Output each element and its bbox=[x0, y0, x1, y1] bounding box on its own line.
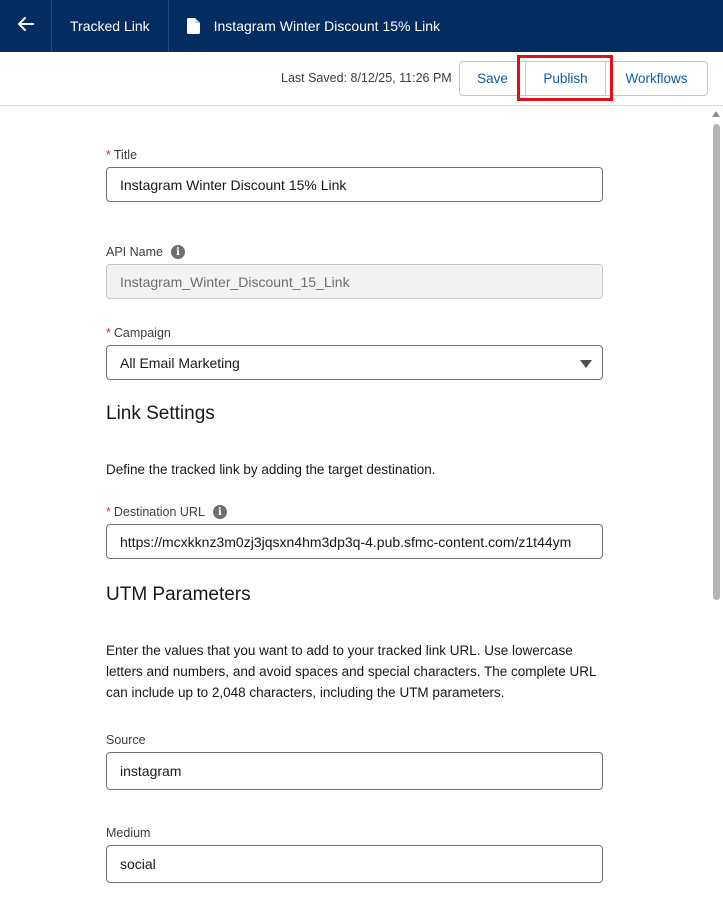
source-value: instagram bbox=[120, 763, 182, 779]
destination-url-input[interactable]: https://mcxkknz3m0zj3jqsxn4hm3dp3q-4.pub… bbox=[106, 524, 603, 559]
link-settings-heading: Link Settings bbox=[106, 403, 215, 424]
source-label-text: Source bbox=[106, 733, 146, 747]
api-name-label-text: API Name bbox=[106, 245, 163, 259]
title-input-value: Instagram Winter Discount 15% Link bbox=[120, 176, 347, 193]
medium-input[interactable]: social bbox=[106, 845, 603, 883]
destination-url-value: https://mcxkknz3m0zj3jqsxn4hm3dp3q-4.pub… bbox=[120, 533, 572, 550]
required-marker: * bbox=[106, 505, 111, 519]
medium-label: Medium bbox=[106, 826, 150, 840]
info-icon[interactable]: i bbox=[212, 505, 227, 519]
campaign-select[interactable]: All Email Marketing bbox=[106, 345, 603, 380]
api-name-value: Instagram_Winter_Discount_15_Link bbox=[120, 273, 350, 290]
campaign-label: * Campaign bbox=[106, 326, 171, 340]
back-button[interactable] bbox=[0, 0, 52, 52]
required-marker: * bbox=[106, 148, 111, 162]
title-input[interactable]: Instagram Winter Discount 15% Link bbox=[106, 167, 603, 202]
title-label: * Title bbox=[106, 148, 137, 162]
scroll-up-arrow-icon[interactable] bbox=[712, 111, 720, 117]
breadcrumb-label: Tracked Link bbox=[70, 18, 150, 34]
chevron-down-icon bbox=[580, 360, 592, 368]
api-name-input: Instagram_Winter_Discount_15_Link bbox=[106, 264, 603, 299]
workflows-button[interactable]: Workflows bbox=[605, 61, 708, 96]
source-label: Source bbox=[106, 733, 146, 747]
medium-label-text: Medium bbox=[106, 826, 151, 840]
required-marker: * bbox=[106, 326, 111, 340]
publish-button[interactable]: Publish bbox=[525, 61, 606, 96]
medium-value: social bbox=[120, 856, 156, 872]
utm-parameters-description: Enter the values that you want to add to… bbox=[106, 643, 597, 700]
api-name-label: API Name i bbox=[106, 245, 185, 259]
destination-url-label-text: Destination URL bbox=[113, 505, 205, 519]
source-input[interactable]: instagram bbox=[106, 752, 603, 790]
record-toolbar: Last Saved: 8/12/25, 11:26 PM Save Publi… bbox=[0, 52, 723, 106]
scroll-thumb[interactable] bbox=[713, 124, 720, 600]
breadcrumb-current: Instagram Winter Discount 15% Link bbox=[169, 0, 458, 52]
campaign-selected-value: All Email Marketing bbox=[120, 354, 240, 371]
save-button[interactable]: Save bbox=[459, 61, 526, 96]
page-title: Instagram Winter Discount 15% Link bbox=[213, 18, 441, 34]
top-navigation-bar: Tracked Link Instagram Winter Discount 1… bbox=[0, 0, 723, 52]
info-icon[interactable]: i bbox=[170, 245, 185, 259]
breadcrumb-tracked-link[interactable]: Tracked Link bbox=[52, 0, 169, 52]
last-saved-text: Last Saved: 8/12/25, 11:26 PM bbox=[281, 71, 452, 85]
back-arrow-icon bbox=[17, 16, 34, 36]
vertical-scrollbar[interactable] bbox=[709, 106, 723, 902]
title-label-text: Title bbox=[113, 148, 138, 162]
campaign-label-text: Campaign bbox=[113, 326, 171, 340]
document-icon bbox=[186, 18, 200, 34]
utm-parameters-heading: UTM Parameters bbox=[106, 584, 251, 605]
link-settings-description: Define the tracked link by adding the ta… bbox=[106, 462, 436, 477]
destination-url-label: * Destination URL i bbox=[106, 505, 227, 519]
